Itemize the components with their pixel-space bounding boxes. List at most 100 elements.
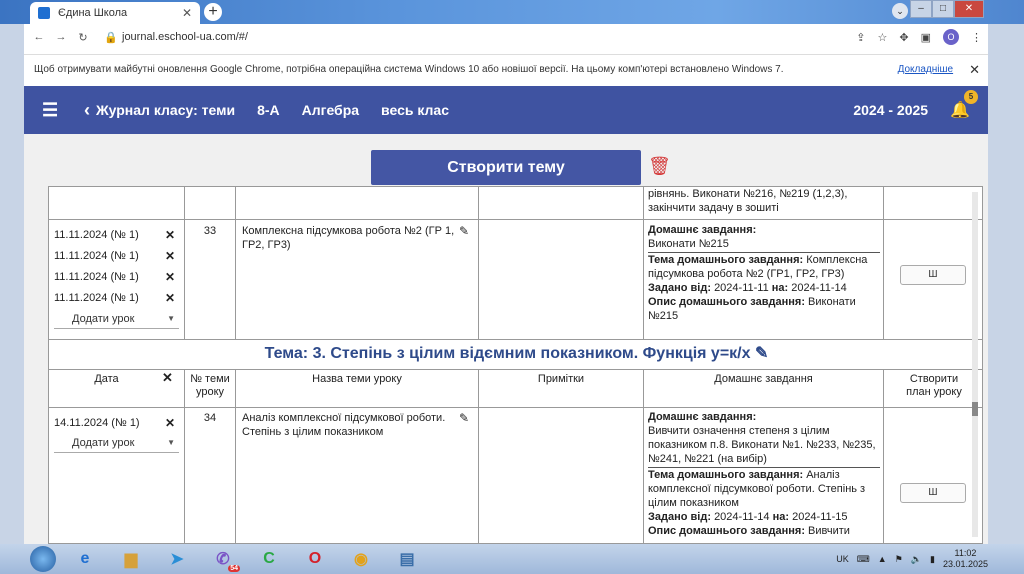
back-chevron-icon[interactable]: ‹	[84, 100, 90, 121]
scope-selector[interactable]: весь клас	[381, 102, 449, 118]
maximize-button[interactable]: □	[932, 0, 954, 18]
previous-homework-fragment: рівнянь. Виконати №216, №219 (1,2,3), за…	[648, 187, 880, 215]
remove-date-icon[interactable]: ✕	[165, 249, 175, 263]
remove-date-icon[interactable]: ✕	[165, 416, 175, 430]
fragment-line: закінчити задачу в зошиті	[648, 202, 779, 214]
close-window-button[interactable]: ✕	[954, 0, 984, 18]
class-selector[interactable]: 8-А	[257, 102, 280, 118]
column-header-plan: Створити план уроку	[884, 373, 982, 399]
tray-arrow-icon[interactable]: ▲	[878, 554, 887, 564]
lesson-date: 11.11.2024 (№ 1)	[54, 270, 139, 283]
dropdown-caret-icon: ▼	[167, 438, 175, 447]
bookmark-star-icon[interactable]: ☆	[878, 31, 888, 44]
forward-arrow-icon[interactable]: →	[54, 31, 68, 43]
clock-date: 23.01.2025	[942, 559, 988, 569]
trash-icon[interactable]: 🗑	[648, 156, 671, 178]
divider	[235, 369, 236, 543]
side-panel-icon[interactable]: ▣	[921, 31, 931, 44]
lesson-plan-button[interactable]: Ш	[900, 483, 966, 503]
clear-dates-icon[interactable]: ✕	[162, 371, 173, 385]
back-arrow-icon[interactable]: ←	[32, 31, 46, 43]
browser-toolbar: ← → ↻ 🔒 journal.eschool-ua.com/#/ ⇪ ☆ ✥ …	[24, 24, 988, 50]
opera-icon[interactable]: O	[298, 546, 332, 572]
school-year[interactable]: 2024 - 2025	[853, 102, 928, 118]
language-indicator[interactable]: UK	[836, 554, 849, 564]
clock[interactable]: 11:02 23.01.2025	[943, 548, 988, 570]
remove-date-icon[interactable]: ✕	[165, 228, 175, 242]
header-line: Створити	[909, 373, 959, 385]
viber-icon[interactable]: ✆ 54	[206, 546, 240, 572]
lesson-date: 11.11.2024 (№ 1)	[54, 249, 139, 262]
minimize-button[interactable]: –	[910, 0, 932, 18]
lesson-date-row[interactable]: 11.11.2024 (№ 1) ✕	[54, 287, 179, 308]
internet-explorer-icon[interactable]: e	[68, 546, 102, 572]
close-tab-icon[interactable]: ✕	[182, 6, 192, 20]
remove-date-icon[interactable]: ✕	[165, 270, 175, 284]
network-icon[interactable]: ▮	[930, 554, 935, 565]
window-preview-icon[interactable]: ▤	[390, 546, 424, 572]
subject-selector[interactable]: Алгебра	[302, 102, 359, 118]
left-margin	[0, 24, 24, 544]
keyboard-icon[interactable]: ⌨	[857, 554, 870, 565]
divider	[49, 407, 982, 408]
add-lesson-label: Додати урок	[72, 436, 135, 449]
hw-description-text: Вивчити	[808, 525, 850, 537]
edit-topic-pencil-icon[interactable]: ✎	[755, 345, 768, 362]
given-from-date: 2024-11-11	[714, 282, 769, 294]
add-lesson-label: Додати урок	[72, 312, 135, 325]
edit-pencil-icon[interactable]: ✎	[459, 411, 469, 425]
start-button[interactable]	[30, 546, 56, 572]
share-icon[interactable]: ⇪	[856, 31, 865, 44]
edit-pencil-icon[interactable]: ✎	[459, 224, 469, 238]
hw-description-label: Опис домашнього завдання:	[648, 296, 805, 308]
speaker-icon[interactable]: 🔈	[911, 554, 922, 565]
hamburger-menu-icon[interactable]: ☰	[42, 100, 66, 121]
divider	[49, 219, 982, 220]
profile-avatar[interactable]: O	[943, 29, 959, 45]
file-explorer-icon[interactable]: ▆	[114, 546, 148, 572]
add-lesson-select[interactable]: Додати урок ▼	[54, 433, 179, 453]
chrome-icon[interactable]: ◉	[344, 546, 378, 572]
lesson-date-row[interactable]: 11.11.2024 (№ 1) ✕	[54, 224, 179, 245]
extensions-icon[interactable]: ✥	[899, 31, 908, 44]
menu-kebab-icon[interactable]: ⋮	[971, 31, 982, 44]
flag-icon[interactable]: ⚑	[895, 554, 903, 565]
lesson-date-row[interactable]: 11.11.2024 (№ 1) ✕	[54, 266, 179, 287]
divider	[49, 369, 982, 370]
header-line: № теми	[190, 373, 230, 385]
topic-title: Тема: 3. Степінь з цілим відємним показн…	[264, 345, 751, 362]
add-lesson-select[interactable]: Додати урок ▼	[54, 309, 179, 329]
lock-icon[interactable]: 🔒	[104, 31, 118, 44]
create-topic-button[interactable]: Створити тему	[371, 150, 641, 185]
due-date: 2024-11-14	[791, 282, 847, 294]
page-scrollbar[interactable]	[972, 192, 978, 537]
lesson-title: Аналіз комплексної підсумкової роботи. С…	[242, 412, 446, 438]
browser-tab[interactable]: Єдина Школа ✕	[30, 2, 200, 24]
telegram-icon[interactable]: ➤	[160, 546, 194, 572]
lesson-plan-button[interactable]: Ш	[900, 265, 966, 285]
hw-description-label: Опис домашнього завдання:	[648, 525, 805, 537]
divider	[184, 187, 185, 339]
homework-cell: Домашнє завдання: Виконати №215 Тема дом…	[648, 223, 880, 323]
tab-title: Єдина Школа	[58, 7, 128, 19]
close-infobar-icon[interactable]: ✕	[969, 62, 980, 78]
header-line: уроку	[195, 386, 225, 398]
remove-date-icon[interactable]: ✕	[165, 291, 175, 305]
lesson-date: 14.11.2024 (№ 1)	[54, 416, 140, 429]
hw-topic-label: Тема домашнього завдання:	[648, 469, 804, 481]
system-tray: UK ⌨ ▲ ⚑ 🔈 ▮ 11:02 23.01.2025	[836, 548, 1024, 570]
new-tab-button[interactable]: +	[204, 3, 222, 21]
reload-icon[interactable]: ↻	[76, 31, 90, 44]
camtasia-icon[interactable]: C	[252, 546, 286, 572]
lesson-date-row[interactable]: 11.11.2024 (№ 1) ✕	[54, 245, 179, 266]
hw-text: Вивчити означення степеня з цілим показн…	[648, 424, 880, 468]
notifications-bell-icon[interactable]: 🔔 5	[950, 90, 978, 120]
windows-taskbar: e ▆ ➤ ✆ 54 C O ◉ ▤ UK ⌨ ▲ ⚑ 🔈 ▮ 11:02 23.0…	[0, 544, 1024, 574]
lesson-date-row[interactable]: 14.11.2024 (№ 1) ✕	[54, 412, 179, 433]
scrollbar-thumb[interactable]	[972, 402, 978, 416]
tab-search-icon[interactable]: ⌄	[892, 3, 908, 19]
learn-more-link[interactable]: Докладніше	[898, 64, 954, 75]
divider	[883, 187, 884, 339]
viber-badge: 54	[228, 565, 240, 572]
address-bar[interactable]: journal.eschool-ua.com/#/	[122, 31, 248, 43]
